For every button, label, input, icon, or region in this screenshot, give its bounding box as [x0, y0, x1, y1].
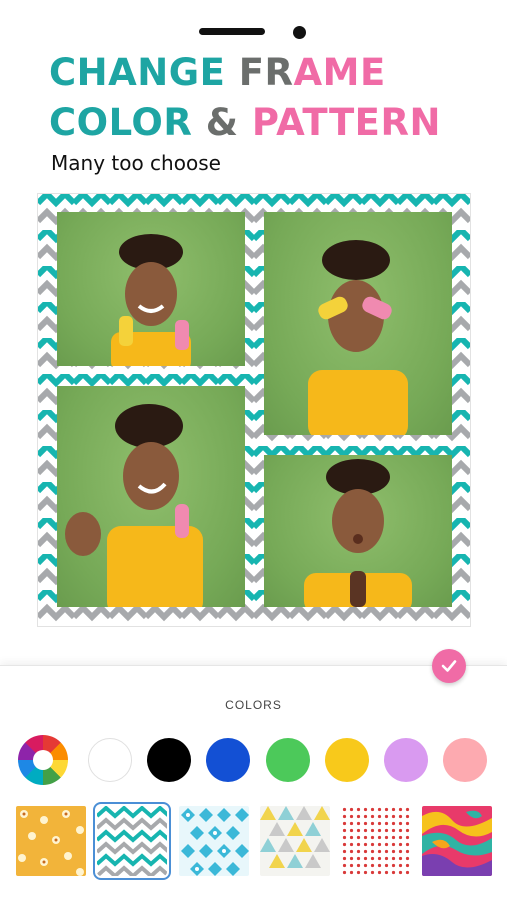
color-swatch-black[interactable] — [147, 738, 191, 782]
woman-illustration — [304, 459, 412, 607]
color-swatch-lilac[interactable] — [384, 738, 428, 782]
headline-word-change: CHANGE — [49, 51, 226, 94]
pattern-blue-diamonds[interactable] — [179, 806, 249, 876]
camera-dot — [293, 26, 306, 39]
color-swatch-pink[interactable] — [443, 738, 487, 782]
headline-word-frame-a: FR — [238, 51, 294, 94]
headline-line-2: COLOR & PATTERN — [49, 101, 441, 144]
subtitle: Many too choose — [51, 151, 221, 175]
pattern-colorful-waves[interactable] — [422, 806, 492, 876]
color-swatch-yellow[interactable] — [325, 738, 369, 782]
headline-word-frame-b: AME — [293, 51, 386, 94]
headline-word-pattern: PATTERN — [251, 101, 441, 144]
color-swatch-green[interactable] — [266, 738, 310, 782]
headline: CHANGE FRAME COLOR & PATTERN — [49, 48, 441, 148]
pattern-colored-triangles[interactable] — [260, 806, 330, 876]
color-wheel-icon[interactable] — [18, 735, 68, 785]
photo-woman-surprised-popsicle[interactable] — [264, 455, 452, 607]
pattern-teal-chevron[interactable] — [93, 802, 171, 880]
confirm-button[interactable] — [432, 649, 466, 683]
woman-illustration — [111, 234, 191, 366]
pattern-yellow-floral[interactable] — [16, 806, 86, 876]
checkmark-icon — [441, 660, 457, 672]
photo-woman-two-popsicles-smiling[interactable] — [57, 212, 245, 366]
headline-ampersand: & — [205, 101, 239, 144]
color-swatch-white[interactable] — [88, 738, 132, 782]
woman-illustration — [308, 240, 408, 435]
headline-word-color: COLOR — [49, 101, 193, 144]
color-swatch-blue[interactable] — [206, 738, 250, 782]
colors-section-title: COLORS — [225, 698, 282, 712]
notch-bar — [199, 28, 265, 35]
photo-woman-popsicles-over-eyes[interactable] — [264, 212, 452, 435]
woman-illustration — [65, 404, 203, 607]
pattern-red-dots[interactable] — [341, 806, 411, 876]
headline-line-1: CHANGE FRAME — [49, 51, 386, 94]
photo-woman-laughing-waving[interactable] — [57, 386, 245, 607]
